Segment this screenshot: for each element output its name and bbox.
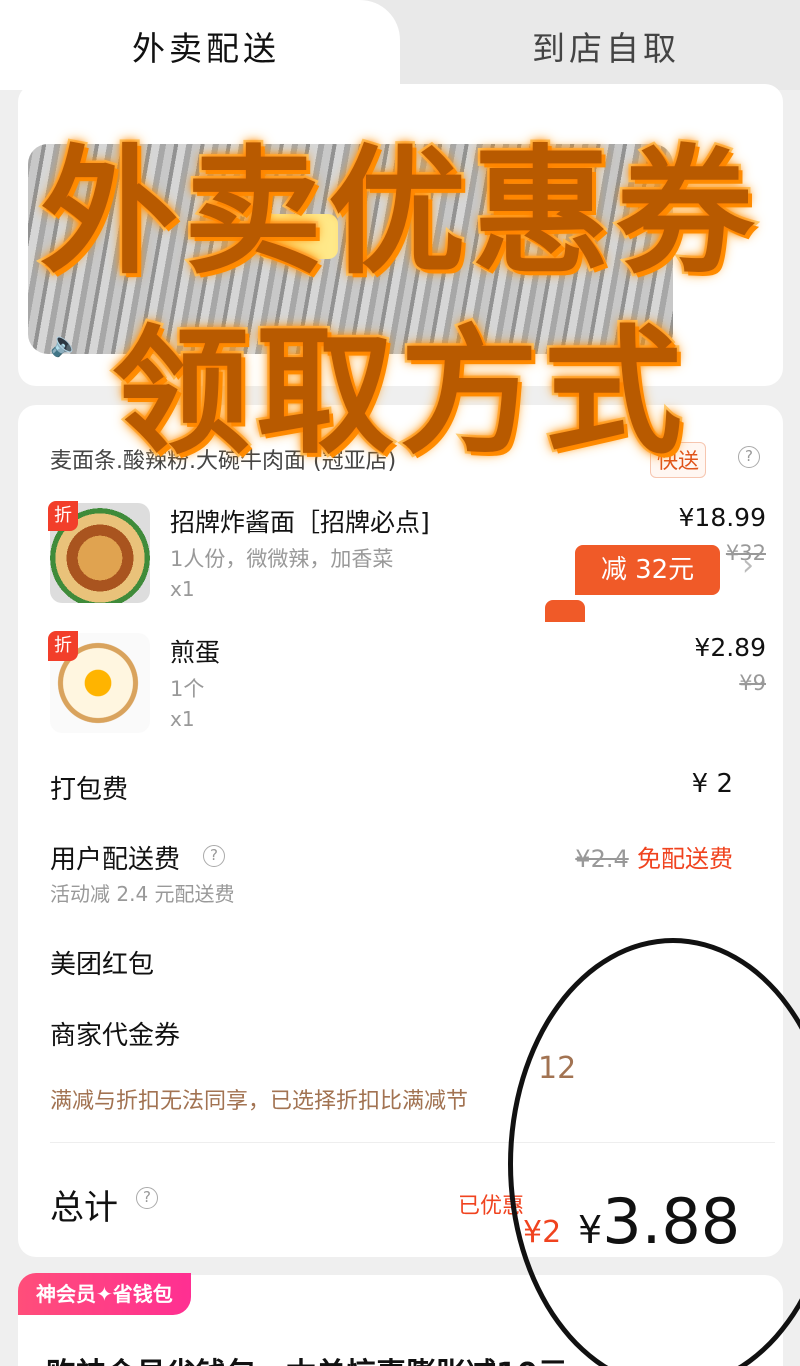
total-price: ¥3.88 bbox=[578, 1185, 741, 1258]
order-card: 麦面条.酸辣粉.大碗牛肉面 (冠亚店) 快送 ? 折 招牌炸酱面［招牌必点] 1… bbox=[18, 405, 783, 1258]
packing-fee-label: 打包费 bbox=[50, 775, 129, 805]
discount-badge: 折 bbox=[48, 631, 78, 661]
chevron-right-icon[interactable]: › bbox=[742, 548, 754, 583]
free-delivery-text: 免配送费 bbox=[637, 845, 733, 873]
member-badge: 神会员✦省钱包 bbox=[18, 1273, 191, 1315]
red-packet-label[interactable]: 美团红包 bbox=[50, 944, 154, 981]
item-name: 招牌炸酱面［招牌必点] bbox=[170, 508, 430, 537]
saved-amount: ¥2 bbox=[523, 1215, 562, 1250]
tab-pickup-label[interactable]: 到店自取 bbox=[532, 22, 680, 70]
item-original-price: ¥9 bbox=[739, 671, 766, 695]
member-promo-text: 购神会员省钱包，本单惊喜膨胀减10元 bbox=[46, 1349, 568, 1366]
item-qty: x1 bbox=[170, 707, 195, 731]
red-packet-badge[interactable]: 减 32元 bbox=[575, 545, 720, 595]
tab-delivery-label[interactable]: 外卖配送 bbox=[132, 22, 280, 70]
delivery-fee-label: 用户配送费 bbox=[50, 845, 181, 875]
delivery-fee-original: ¥2.4 bbox=[575, 845, 629, 873]
member-card[interactable]: 神会员✦省钱包 购神会员省钱包，本单惊喜膨胀减10元 bbox=[18, 1273, 783, 1366]
voucher-tag bbox=[545, 600, 585, 622]
headline-line1: 外卖优惠券 bbox=[37, 130, 760, 296]
order-mode-tabs: 外卖配送 到店自取 bbox=[0, 0, 800, 90]
item-qty: x1 bbox=[170, 577, 195, 601]
delivery-fee-note: 活动减 2.4 元配送费 bbox=[50, 882, 235, 906]
help-icon[interactable]: ? bbox=[203, 845, 225, 867]
item-spec: 1个 bbox=[170, 677, 205, 701]
discount-note: 满减与折扣无法同享，已选择折扣比满减节 bbox=[50, 1089, 469, 1114]
item-name: 煎蛋 bbox=[170, 638, 221, 667]
delivery-fee-value: ¥2.4 免配送费 bbox=[575, 839, 733, 874]
packing-fee-value: ¥ 2 bbox=[691, 769, 733, 799]
help-icon[interactable]: ? bbox=[136, 1187, 158, 1209]
voucher-label[interactable]: 商家代金券 bbox=[50, 1015, 180, 1052]
item-price: ¥2.89 bbox=[694, 633, 766, 662]
item-price: ¥18.99 bbox=[678, 503, 766, 532]
discount-badge: 折 bbox=[48, 501, 78, 531]
total-label: 总计 bbox=[50, 1188, 118, 1228]
voucher-value: 12 bbox=[538, 1051, 577, 1086]
saved-label: 已优惠 bbox=[458, 1194, 525, 1219]
headline-line2: 领取方式 bbox=[109, 310, 688, 476]
divider bbox=[50, 1142, 775, 1143]
item-spec: 1人份，微微辣，加香菜 bbox=[170, 547, 394, 571]
